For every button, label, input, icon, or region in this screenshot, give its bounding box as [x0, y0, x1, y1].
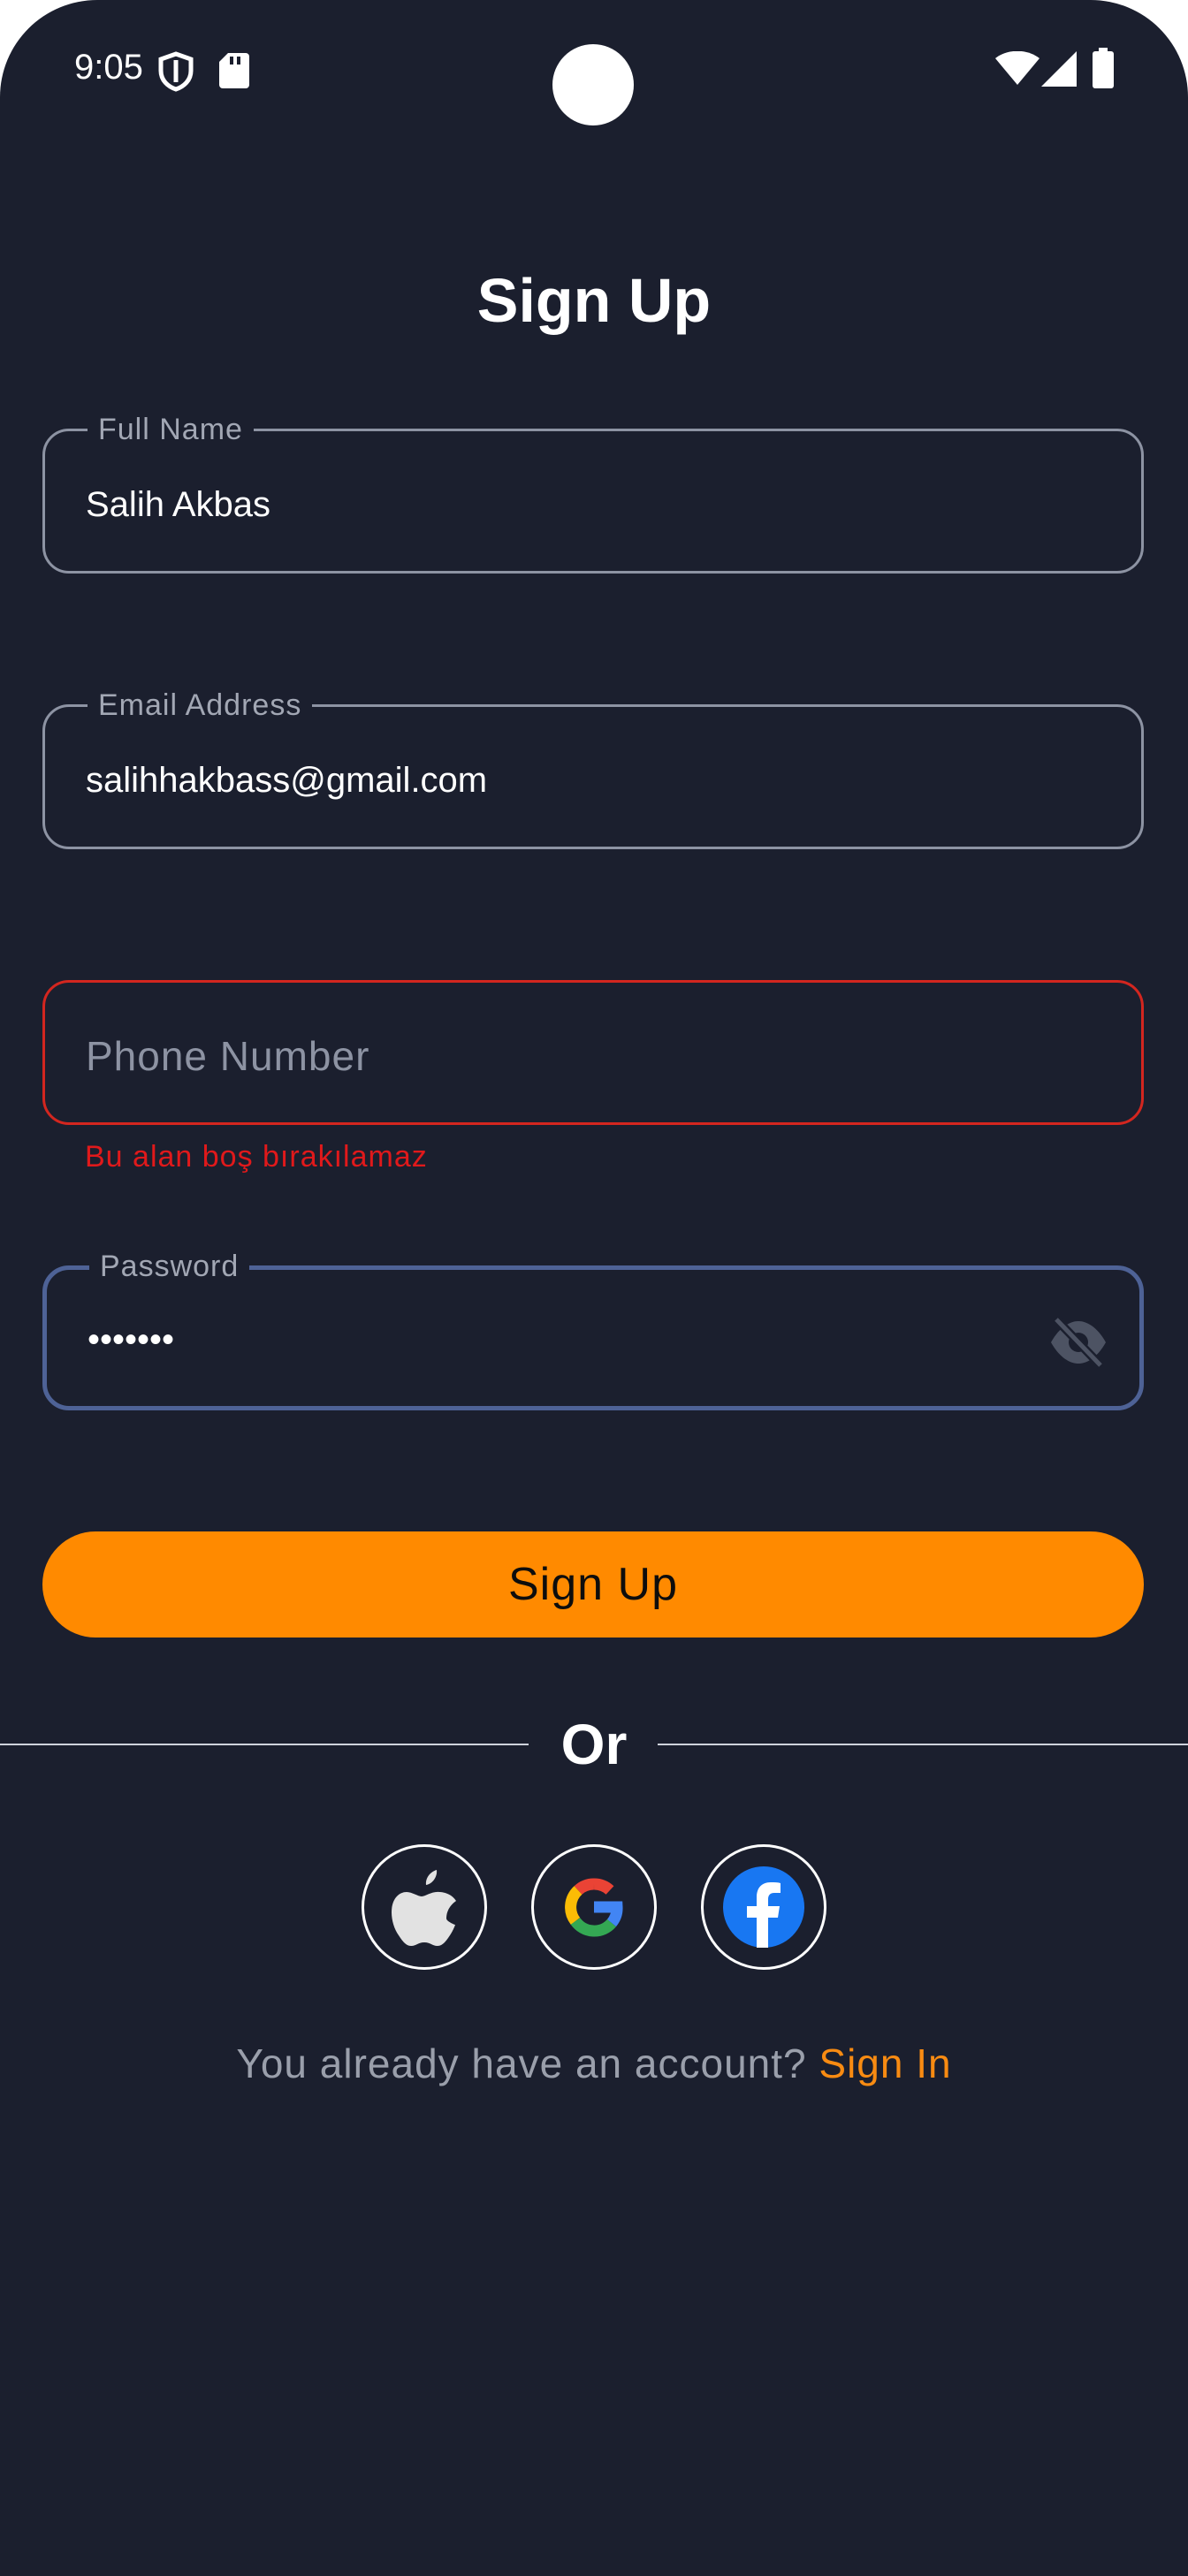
phone-number-field[interactable]: Phone Number — [42, 980, 1144, 1125]
google-login-button[interactable] — [531, 1844, 657, 1970]
sd-card-icon — [219, 53, 249, 88]
full-name-value: Salih Akbas — [86, 485, 271, 524]
sign-in-prompt-text: You already have an account? — [236, 2040, 807, 2086]
shield-icon — [158, 51, 194, 92]
email-value: salihhakbass@gmail.com — [86, 761, 488, 800]
divider-line-right — [658, 1744, 1188, 1745]
password-field[interactable]: Password ••••••• — [42, 1249, 1144, 1410]
battery-icon — [1093, 48, 1114, 88]
google-icon — [565, 1878, 623, 1937]
divider-line-left — [0, 1744, 529, 1745]
password-label: Password — [89, 1249, 250, 1284]
front-camera — [552, 44, 634, 125]
sign-in-prompt: You already have an account? Sign In — [0, 2040, 1188, 2087]
status-time: 9:05 — [74, 48, 143, 87]
phone-screen: 9:05 Sign Up Full Name Salih Akbas Email… — [0, 0, 1188, 2576]
eye-off-icon[interactable] — [1047, 1316, 1109, 1369]
phone-error-message: Bu alan boş bırakılamaz — [85, 1140, 428, 1174]
sign-in-link[interactable]: Sign In — [819, 2040, 951, 2086]
full-name-field[interactable]: Full Name Salih Akbas — [42, 412, 1144, 574]
phone-number-placeholder: Phone Number — [86, 1033, 370, 1079]
apple-login-button[interactable] — [362, 1844, 487, 1970]
divider-label: Or — [560, 1713, 628, 1776]
apple-icon — [392, 1870, 456, 1946]
sign-up-button[interactable]: Sign Up — [42, 1531, 1144, 1638]
signal-icon — [1041, 51, 1077, 87]
page-title: Sign Up — [476, 266, 712, 335]
password-value: ••••••• — [88, 1320, 175, 1359]
email-label: Email Address — [88, 688, 313, 723]
facebook-icon — [723, 1866, 804, 1948]
wifi-icon — [995, 51, 1040, 85]
full-name-label: Full Name — [88, 412, 254, 447]
email-field[interactable]: Email Address salihhakbass@gmail.com — [42, 688, 1144, 849]
facebook-login-button[interactable] — [701, 1844, 826, 1970]
